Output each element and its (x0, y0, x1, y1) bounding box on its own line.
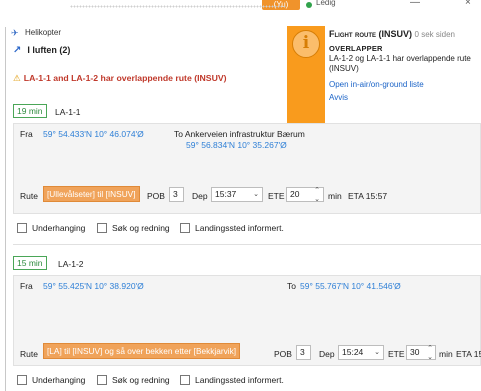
pob-label: POB (274, 349, 292, 359)
warning-icon: ⚠ (13, 73, 21, 83)
pob-label: POB (147, 191, 165, 201)
ete-stepper[interactable]: 20 ⌃ ⌄ (286, 186, 324, 204)
landing-informed-checkbox[interactable] (180, 375, 190, 385)
landing-informed-checkbox[interactable] (180, 223, 190, 233)
status-label: Ledig (316, 0, 336, 7)
divider (13, 244, 481, 245)
flight-time-badge: 19 min (13, 104, 47, 118)
dismiss-link[interactable]: Avvis (329, 93, 477, 102)
underhanging-checkbox[interactable] (17, 375, 27, 385)
notification-age: 0 sek siden (414, 30, 455, 39)
overlap-warning: ⚠ LA-1-1 and LA-1-2 har overlappende rute… (13, 73, 227, 84)
ete-label: ETE (268, 191, 285, 201)
search-rescue-label: Søk og redning (112, 223, 170, 233)
from-label: Fra (20, 129, 33, 139)
ete-label: ETE (388, 349, 405, 359)
stepper-arrows-icon[interactable]: ⌃ ⌄ (427, 344, 433, 362)
flight-time-badge: 15 min (13, 256, 47, 270)
ete-unit: min (439, 349, 453, 359)
in-air-header[interactable]: ↗ I luften (2) (13, 45, 70, 56)
helicopter-icon: ✈ (11, 28, 19, 38)
window-title: Helikopter (25, 28, 62, 37)
drag-grip[interactable] (70, 5, 285, 8)
route-label: Rute (20, 349, 38, 359)
dep-value: 15:37 (215, 189, 237, 199)
dep-select[interactable]: 15:37 ⌄ (211, 187, 263, 202)
dep-label: Dep (319, 349, 335, 359)
dep-value: 15:24 (342, 347, 364, 357)
search-rescue-label: Søk og redning (112, 375, 170, 385)
in-air-label: I luften (2) (27, 45, 71, 55)
search-rescue-checkbox[interactable] (97, 223, 107, 233)
notification-tag: OVERLAPPER (329, 44, 383, 53)
info-icon: i (292, 30, 320, 58)
notification-title-row: Flight route (INSUV) 0 sek siden (329, 29, 477, 39)
underhanging-label: Underhanging (32, 223, 86, 233)
from-coordinate[interactable]: 59° 55.425'N 10° 38.920'Ø (43, 281, 144, 291)
open-list-link[interactable]: Open in-air/on-ground liste (329, 80, 477, 89)
route-pill[interactable]: [Ullevålseter] til [INSUV] (43, 186, 140, 202)
from-label: Fra (20, 281, 33, 291)
minimize-button[interactable]: — (410, 0, 420, 8)
ete-value: 20 (290, 189, 300, 199)
chevron-down-icon: ⌄ (374, 349, 380, 356)
warning-text: LA-1-1 and LA-1-2 har overlappende rute … (23, 73, 227, 83)
eta-label: ETA 15:57 (348, 191, 388, 201)
close-button[interactable]: × (465, 0, 471, 8)
to-label: To Ankerveien infrastruktur Bærum (174, 129, 305, 139)
underhanging-label: Underhanging (32, 375, 86, 385)
notification-body: LA-1-2 og LA-1-1 har overlappende rute (… (329, 54, 471, 73)
arrow-up-right-icon: ↗ (13, 45, 22, 56)
to-label: To (287, 281, 296, 291)
from-coordinate[interactable]: 59° 54.433'N 10° 46.074'Ø (43, 129, 144, 139)
landing-informed-label: Landingssted informert. (195, 375, 284, 385)
ete-stepper[interactable]: 30 ⌃ ⌄ (406, 344, 436, 362)
underhanging-checkbox[interactable] (17, 223, 27, 233)
ete-value: 30 (410, 347, 420, 357)
pob-input[interactable]: 3 (169, 187, 184, 202)
to-coordinate[interactable]: 59° 56.834'N 10° 35.267'Ø (186, 140, 287, 150)
search-rescue-checkbox[interactable] (97, 375, 107, 385)
dep-label: Dep (192, 191, 208, 201)
flight-card: Fra 59° 55.425'N 10° 38.920'Ø To 59° 55.… (13, 275, 481, 366)
flight-card: Fra 59° 54.433'N 10° 46.074'Ø To Ankerve… (13, 123, 481, 214)
flight-callsign: LA-1-2 (58, 259, 84, 269)
flight-callsign: LA-1-1 (55, 107, 81, 117)
landing-informed-label: Landingssted informert. (195, 223, 284, 233)
stepper-arrows-icon[interactable]: ⌃ ⌄ (314, 186, 320, 204)
available-dot-icon (306, 2, 312, 8)
chevron-down-icon: ⌄ (253, 191, 259, 198)
route-label: Rute (20, 191, 38, 201)
route-pill[interactable]: [LA] til [INSUV] og så over bekken etter… (43, 343, 241, 359)
eta-label: ETA 15:5 (456, 349, 481, 359)
notification-title: Flight route (INSUV) (329, 29, 412, 39)
pob-input[interactable]: 3 (296, 345, 311, 360)
to-coordinate[interactable]: 59° 55.767'N 10° 41.546'Ø (300, 281, 401, 291)
ete-unit: min (328, 191, 342, 201)
dep-select[interactable]: 15:24 ⌄ (338, 345, 384, 360)
